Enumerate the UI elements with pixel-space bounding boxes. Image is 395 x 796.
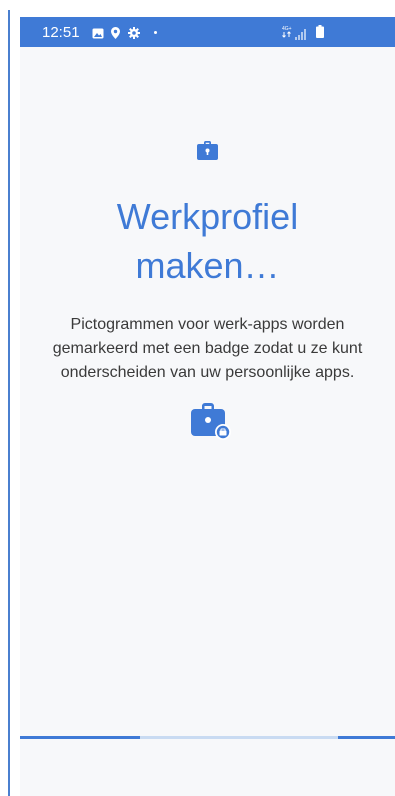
briefcase-lock-icon (197, 141, 218, 165)
page-title-line-1: Werkprofiel (116, 196, 299, 237)
lte-indicator-icon: 4G+ (282, 25, 293, 43)
progress-segment-secondary (338, 736, 395, 739)
battery-icon (316, 25, 324, 43)
briefcase-badge-icon (191, 403, 231, 445)
notification-dot (154, 31, 157, 34)
progress-segment-primary (20, 736, 140, 739)
svg-text:4G+: 4G+ (282, 26, 292, 32)
description-line-2: gemarkeerd met een badge zodat u ze kunt (52, 340, 363, 357)
description-text: Pictogrammen voor werk-apps worden gemar… (40, 313, 375, 385)
gear-icon (128, 26, 140, 44)
signal-icon (295, 27, 307, 45)
image-icon (92, 26, 104, 44)
location-pin-icon (111, 26, 120, 44)
description-line-1: Pictogrammen voor werk-apps worden (70, 316, 345, 333)
window-border (8, 10, 10, 796)
status-bar: 12:51 4G+ (20, 17, 395, 47)
page-title: Werkprofiel maken… (20, 197, 395, 286)
status-time: 12:51 (42, 24, 80, 41)
description-line-3: onderscheiden van uw persoonlijke apps. (60, 364, 355, 381)
page-title-line-2: maken… (135, 245, 280, 286)
page-frame: 12:51 4G+ Werkprofiel maken… Pictogramme… (0, 0, 395, 796)
progress-bar (20, 736, 395, 739)
phone-screen: 12:51 4G+ Werkprofiel maken… Pictogramme… (20, 17, 395, 796)
